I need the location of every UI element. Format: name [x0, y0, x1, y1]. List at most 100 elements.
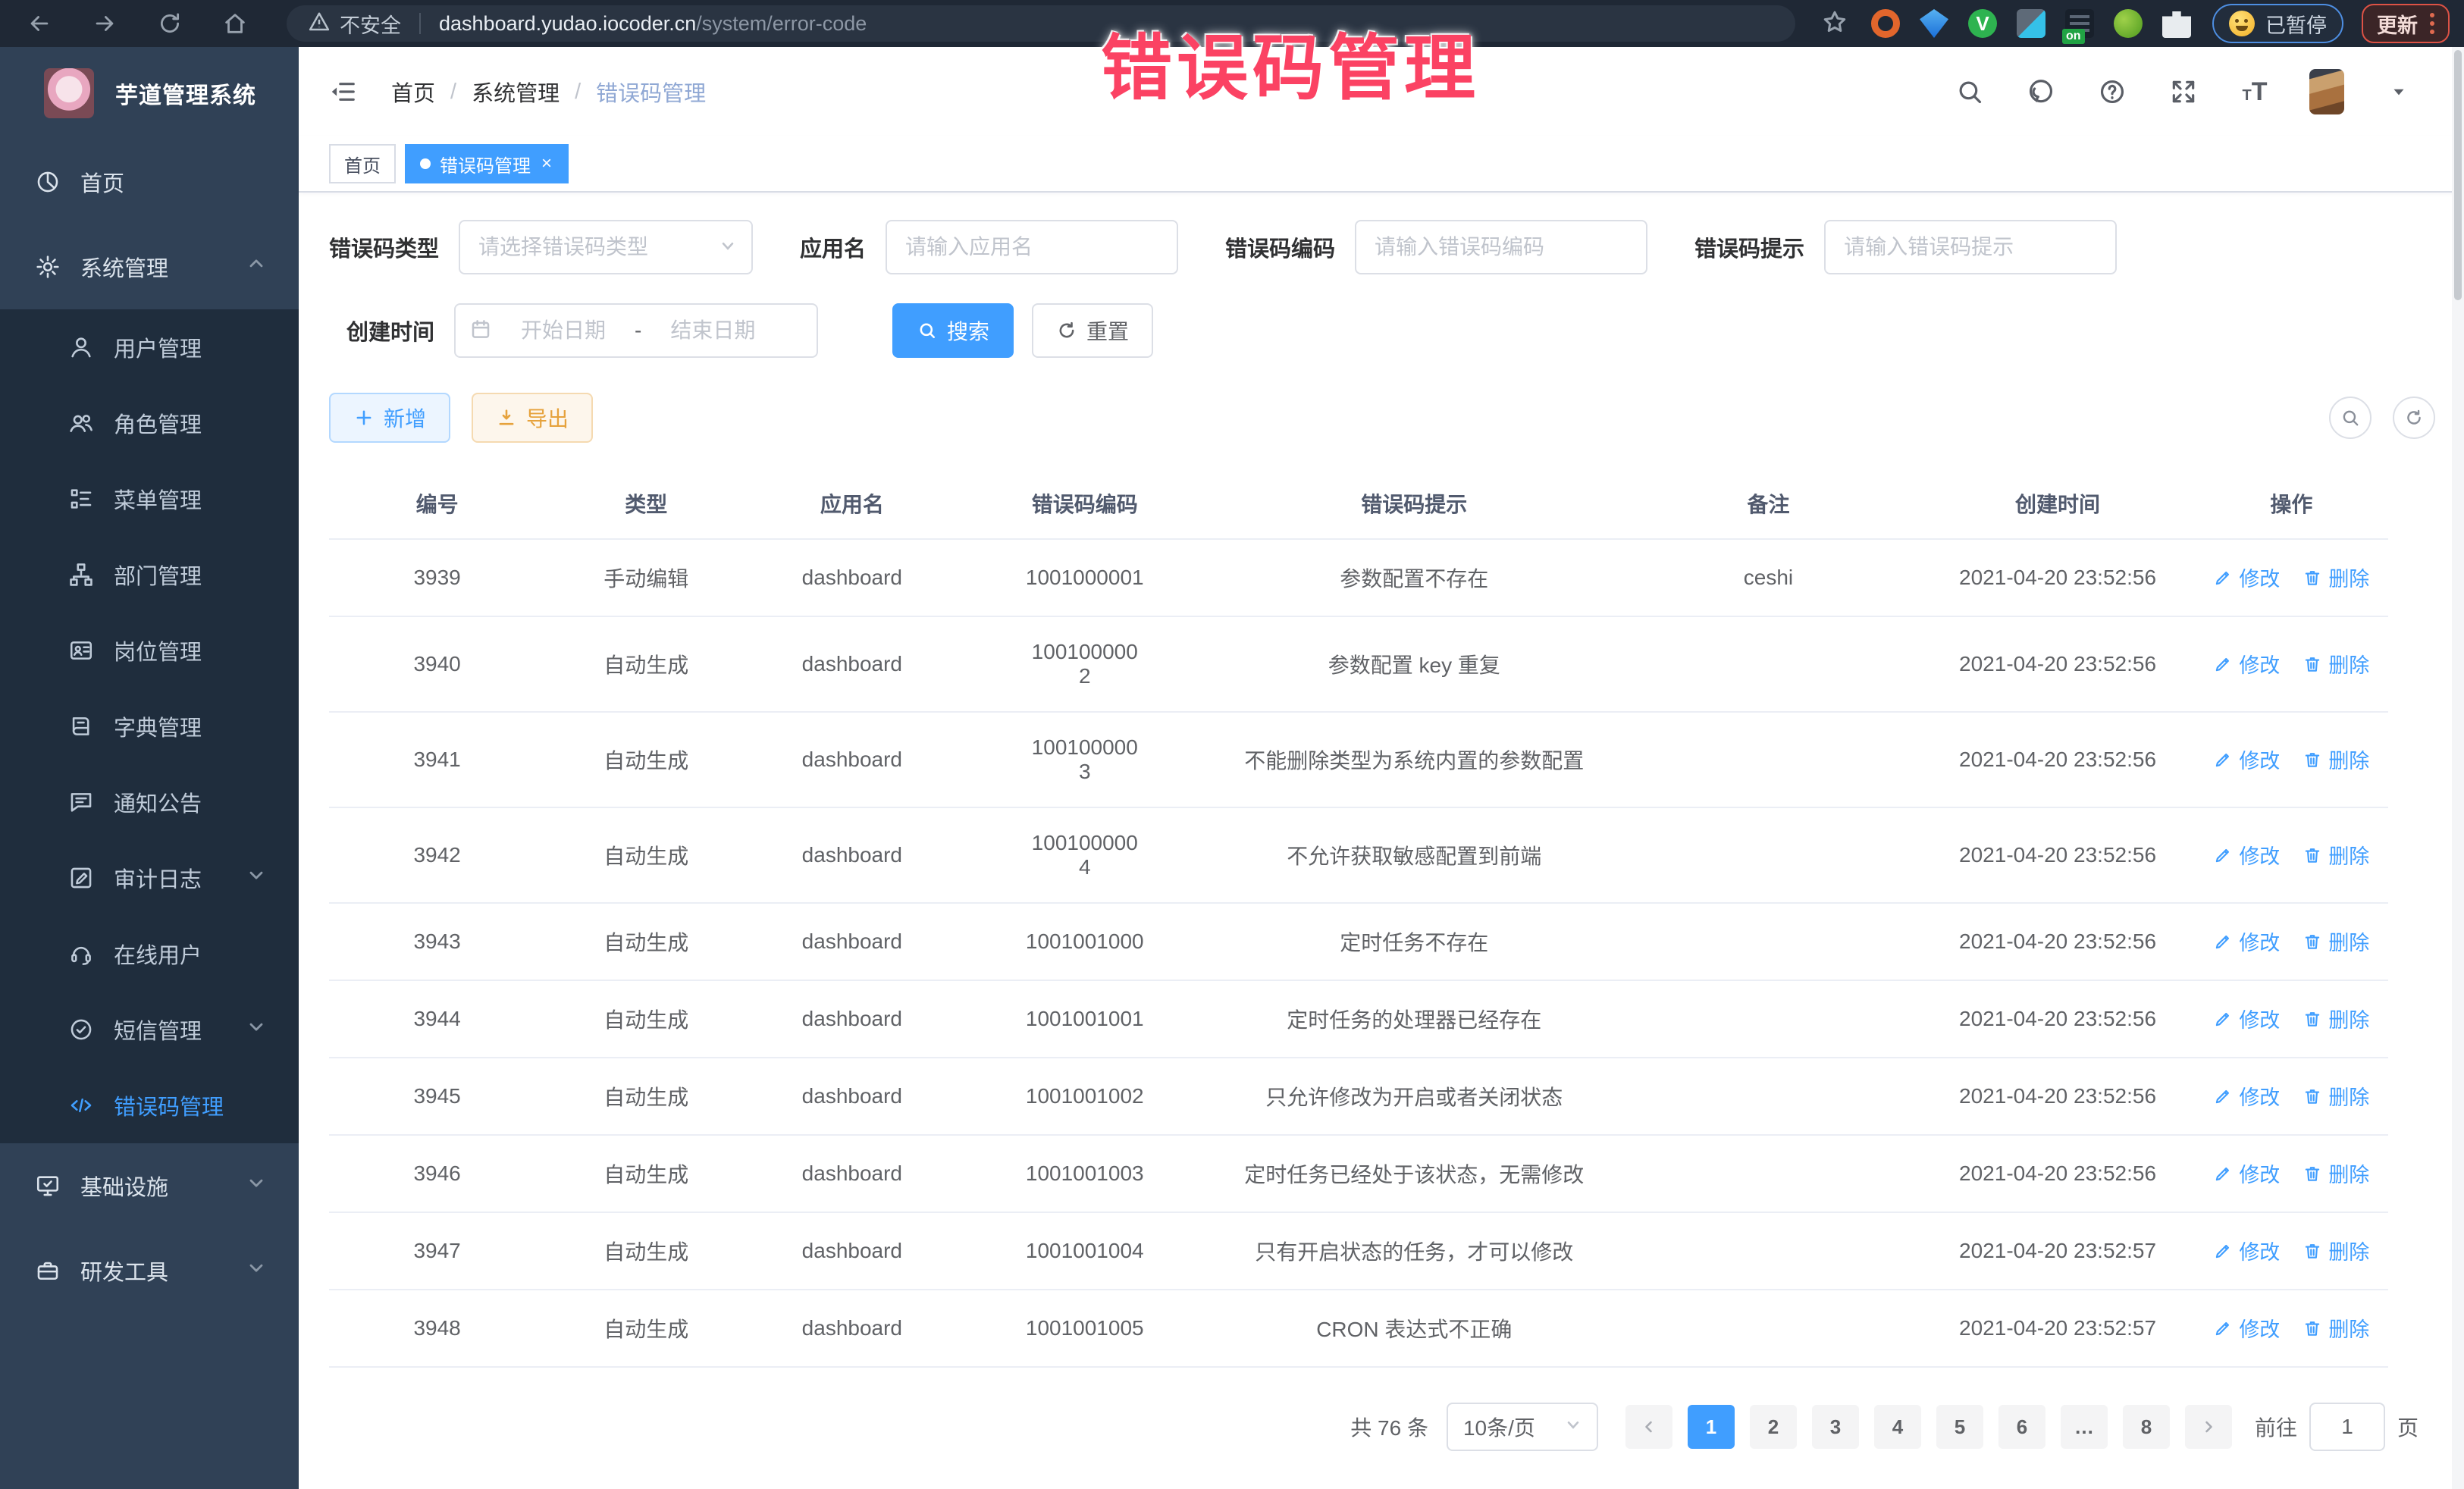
browser-update-button[interactable]: 更新: [2362, 4, 2450, 43]
sidebar-item-home[interactable]: 首页: [0, 139, 299, 224]
error-message-input[interactable]: [1826, 221, 2115, 273]
extension-vue-devtools-icon[interactable]: V: [1968, 9, 1997, 38]
sidebar-item-menu-management[interactable]: 菜单管理: [0, 461, 299, 537]
more-pages-button[interactable]: …: [2061, 1405, 2108, 1449]
add-button[interactable]: 新增: [329, 393, 450, 443]
sidebar-toggle-icon[interactable]: [324, 74, 361, 110]
cell-error-message: 定时任务不存在: [1212, 903, 1616, 980]
error-code-input[interactable]: [1356, 221, 1646, 273]
toggle-search-icon[interactable]: [2329, 397, 2372, 439]
page-button-8[interactable]: 8: [2123, 1405, 2170, 1449]
error-code-type-select[interactable]: [459, 220, 753, 274]
delete-link[interactable]: 删除: [2303, 563, 2369, 592]
tab-home[interactable]: 首页: [329, 144, 396, 183]
export-button[interactable]: 导出: [472, 393, 593, 443]
error-code-field[interactable]: [1355, 220, 1647, 274]
browser-menu-dots-icon[interactable]: [2430, 13, 2434, 34]
edit-link[interactable]: 修改: [2213, 1004, 2280, 1033]
sidebar-item-system-management[interactable]: 系统管理: [0, 224, 299, 309]
edit-link[interactable]: 修改: [2213, 1158, 2280, 1188]
edit-link[interactable]: 修改: [2213, 744, 2280, 774]
goto-page-input[interactable]: [2311, 1404, 2384, 1450]
sidebar-logo[interactable]: 芋道管理系统: [0, 47, 299, 139]
sidebar-item-infrastructure[interactable]: 基础设施: [0, 1143, 299, 1228]
bookmark-star-icon[interactable]: [1821, 8, 1848, 39]
window-scrollbar[interactable]: [2452, 47, 2464, 1489]
page-button-6[interactable]: 6: [1998, 1405, 2045, 1449]
profile-paused-badge[interactable]: 已暂停: [2212, 4, 2343, 43]
edit-link[interactable]: 修改: [2213, 1081, 2280, 1111]
edit-link[interactable]: 修改: [2213, 563, 2280, 592]
sidebar-item-error-code-management[interactable]: 错误码管理: [0, 1067, 299, 1143]
edit-link[interactable]: 修改: [2213, 840, 2280, 870]
forward-icon[interactable]: [88, 7, 121, 40]
page-size-select[interactable]: [1447, 1403, 1598, 1451]
page-button-4[interactable]: 4: [1874, 1405, 1921, 1449]
page-button-5[interactable]: 5: [1936, 1405, 1983, 1449]
delete-link[interactable]: 删除: [2303, 649, 2369, 679]
delete-link[interactable]: 删除: [2303, 744, 2369, 774]
sidebar-item-user-management[interactable]: 用户管理: [0, 309, 299, 385]
error-code-type-input[interactable]: [460, 221, 751, 273]
sidebar-item-dev-tools[interactable]: 研发工具: [0, 1228, 299, 1313]
edit-link[interactable]: 修改: [2213, 1313, 2280, 1343]
extension-orange-icon[interactable]: [1871, 9, 1900, 38]
security-label[interactable]: 不安全: [340, 9, 401, 39]
font-size-icon[interactable]: TT: [2238, 75, 2271, 108]
app-name-input[interactable]: [887, 221, 1177, 273]
sidebar-item-notice-announcement[interactable]: 通知公告: [0, 764, 299, 840]
delete-link[interactable]: 删除: [2303, 1158, 2369, 1188]
extension-grid-icon[interactable]: [2017, 9, 2045, 38]
edit-link[interactable]: 修改: [2213, 1236, 2280, 1265]
scrollbar-thumb[interactable]: [2454, 50, 2462, 300]
header-search-icon[interactable]: [1953, 75, 1986, 108]
edit-link[interactable]: 修改: [2213, 926, 2280, 956]
extension-list-icon[interactable]: on: [2065, 9, 2094, 38]
start-date-input[interactable]: [497, 305, 630, 356]
delete-link[interactable]: 删除: [2303, 840, 2369, 870]
error-message-field[interactable]: [1824, 220, 2117, 274]
sidebar-item-sms-management[interactable]: 短信管理: [0, 992, 299, 1067]
reset-button[interactable]: 重置: [1032, 303, 1153, 358]
sidebar-item-role-management[interactable]: 角色管理: [0, 385, 299, 461]
delete-link[interactable]: 删除: [2303, 1313, 2369, 1343]
breadcrumb-system[interactable]: 系统管理: [472, 76, 560, 108]
extension-green-pin-icon[interactable]: [2114, 9, 2143, 38]
sidebar-item-online-users[interactable]: 在线用户: [0, 916, 299, 992]
tab-close-icon[interactable]: ×: [540, 155, 553, 173]
not-secure-warning-icon[interactable]: [308, 11, 331, 37]
user-avatar[interactable]: [2309, 69, 2344, 114]
avatar-caret-icon[interactable]: [2382, 75, 2415, 108]
extensions-puzzle-icon[interactable]: [2162, 9, 2191, 38]
date-range-picker[interactable]: -: [454, 303, 818, 358]
delete-link[interactable]: 删除: [2303, 1236, 2369, 1265]
next-page-button[interactable]: [2185, 1405, 2232, 1449]
delete-link[interactable]: 删除: [2303, 1004, 2369, 1033]
home-icon[interactable]: [218, 7, 252, 40]
edit-link[interactable]: 修改: [2213, 649, 2280, 679]
end-date-input[interactable]: [646, 305, 779, 356]
search-button[interactable]: 搜索: [892, 303, 1014, 358]
goto-page-field[interactable]: [2309, 1403, 2385, 1451]
extension-gem-icon[interactable]: [1920, 9, 1948, 38]
page-button-1[interactable]: 1: [1688, 1405, 1735, 1449]
delete-link[interactable]: 删除: [2303, 1081, 2369, 1111]
sidebar-item-dept-management[interactable]: 部门管理: [0, 537, 299, 613]
refresh-table-icon[interactable]: [2393, 397, 2435, 439]
breadcrumb-home[interactable]: 首页: [391, 76, 435, 108]
app-name-field[interactable]: [886, 220, 1178, 274]
sidebar-item-audit-log[interactable]: 审计日志: [0, 840, 299, 916]
sidebar-item-post-management[interactable]: 岗位管理: [0, 613, 299, 688]
prev-page-button[interactable]: [1625, 1405, 1672, 1449]
page-button-3[interactable]: 3: [1812, 1405, 1859, 1449]
page-button-2[interactable]: 2: [1750, 1405, 1797, 1449]
fullscreen-icon[interactable]: [2167, 75, 2200, 108]
reload-icon[interactable]: [153, 7, 187, 40]
help-icon[interactable]: [2096, 75, 2129, 108]
back-icon[interactable]: [23, 7, 56, 40]
github-icon[interactable]: [2024, 75, 2058, 108]
delete-link[interactable]: 删除: [2303, 926, 2369, 956]
tab-error-code-management[interactable]: 错误码管理 ×: [405, 144, 569, 183]
address-bar[interactable]: 不安全 dashboard.yudao.iocoder.cn/system/er…: [287, 5, 1795, 42]
sidebar-item-dict-management[interactable]: 字典管理: [0, 688, 299, 764]
